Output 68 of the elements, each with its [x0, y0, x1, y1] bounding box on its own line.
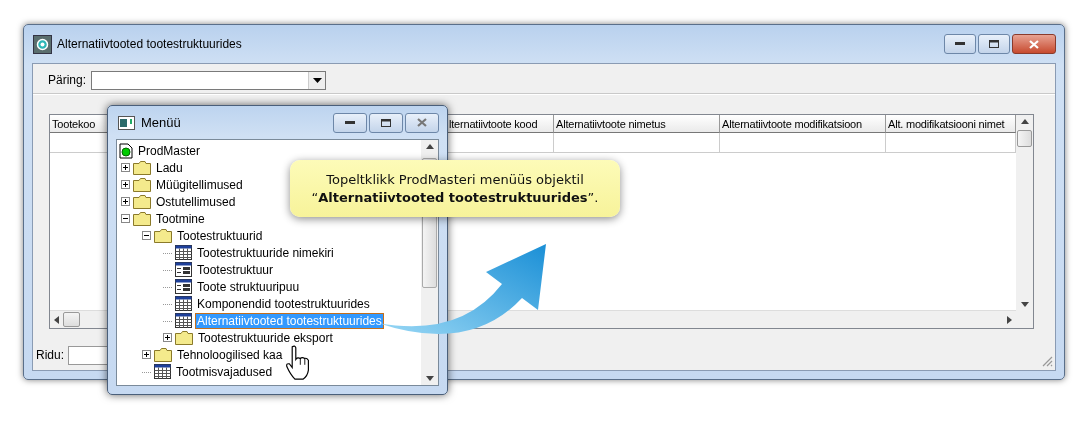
- scroll-right-icon[interactable]: [1007, 315, 1012, 324]
- maximize-button[interactable]: [978, 34, 1010, 54]
- instruction-text: “Alternatiivtooted tootestruktuurides”.: [311, 190, 599, 205]
- resize-grip-icon[interactable]: [1042, 356, 1053, 367]
- expand-icon[interactable]: [121, 180, 130, 189]
- tree-item[interactable]: ProdMaster: [136, 142, 203, 159]
- minimize-icon: [345, 120, 355, 125]
- query-dropdown[interactable]: [91, 70, 327, 90]
- tree-item[interactable]: Tootestruktuurid: [175, 227, 265, 244]
- tree-item[interactable]: Ladu: [154, 159, 185, 176]
- folder-icon: [133, 160, 151, 175]
- maximize-icon: [381, 118, 391, 127]
- tree-item[interactable]: Tootestruktuuride eksport: [196, 329, 335, 346]
- tree-item[interactable]: Ostutellimused: [154, 193, 238, 210]
- dropdown-arrow-icon: [312, 77, 322, 83]
- folder-icon: [133, 194, 151, 209]
- scroll-down-icon[interactable]: [1020, 302, 1029, 307]
- maximize-button[interactable]: [369, 112, 403, 133]
- table-icon: [154, 364, 171, 379]
- table-icon: [175, 313, 192, 328]
- tree-item[interactable]: Tehnoloogilised kaa: [175, 346, 285, 363]
- scrollbar-thumb[interactable]: [63, 312, 80, 327]
- collapse-icon[interactable]: [142, 231, 151, 240]
- tree-item[interactable]: Toote struktuuripuu: [195, 278, 302, 295]
- expand-icon[interactable]: [163, 333, 172, 342]
- folder-icon: [133, 177, 151, 192]
- minimize-button[interactable]: [333, 112, 367, 133]
- expand-icon[interactable]: [121, 163, 130, 172]
- rows-label: Ridu:: [36, 348, 64, 362]
- hand-cursor-icon: [285, 345, 312, 381]
- close-icon: [417, 118, 427, 127]
- close-icon: [1029, 39, 1039, 49]
- maximize-icon: [989, 40, 999, 48]
- folder-icon: [133, 211, 151, 226]
- tree-item[interactable]: Tootestruktuur: [195, 261, 276, 278]
- column-header[interactable]: Tootekoo: [52, 118, 96, 130]
- tree-item[interactable]: Tootmine: [154, 210, 207, 227]
- scroll-up-icon[interactable]: [425, 144, 434, 149]
- tree-item[interactable]: Komponendid tootestruktuurides: [195, 295, 372, 312]
- tree-item[interactable]: Müügitellimused: [154, 176, 245, 193]
- form-icon: [175, 279, 192, 294]
- scroll-down-icon[interactable]: [425, 376, 434, 381]
- form-icon: [175, 262, 192, 277]
- table-icon: [175, 245, 192, 260]
- query-label: Päring:: [48, 73, 87, 87]
- close-button[interactable]: [1012, 34, 1056, 54]
- root-node-icon: [119, 142, 133, 159]
- tree-item[interactable]: Tootmisvajadused: [174, 363, 275, 380]
- vertical-scrollbar[interactable]: [1016, 115, 1033, 328]
- app-icon: [33, 34, 52, 54]
- minimize-button[interactable]: [944, 34, 976, 54]
- instruction-text: Topeltklikk ProdMasteri menüüs objektil: [326, 172, 584, 187]
- folder-icon: [175, 330, 193, 345]
- table-icon: [175, 296, 192, 311]
- scroll-up-icon[interactable]: [1020, 119, 1029, 124]
- collapse-icon[interactable]: [121, 214, 130, 223]
- scroll-left-icon[interactable]: [54, 315, 59, 324]
- expand-icon[interactable]: [142, 350, 151, 359]
- expand-icon[interactable]: [121, 197, 130, 206]
- window-title: Menüü: [141, 115, 182, 130]
- tree-item[interactable]: Tootestruktuuride nimekiri: [195, 244, 336, 261]
- folder-icon: [154, 347, 172, 362]
- scrollbar-thumb[interactable]: [1017, 130, 1032, 147]
- minimize-icon: [955, 42, 965, 46]
- window-icon: [118, 115, 135, 130]
- close-button[interactable]: [405, 112, 439, 133]
- window-title: Alternatiivtooted tootestruktuurides: [57, 37, 243, 51]
- folder-icon: [154, 228, 172, 243]
